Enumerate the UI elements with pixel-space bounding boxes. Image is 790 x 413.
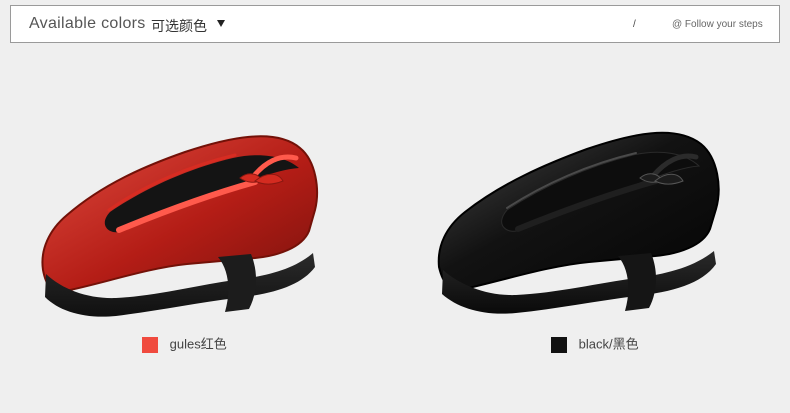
available-colors-title: Available colors [29, 15, 146, 32]
triangle-down-icon[interactable] [217, 20, 225, 27]
color-selector-label[interactable]: 可选颜色 [151, 16, 207, 36]
red-color-option[interactable]: gules红色 [142, 335, 227, 354]
black-color-option[interactable]: black/黑色 [551, 335, 639, 354]
red-shoe-image[interactable] [15, 80, 335, 330]
black-color-swatch [551, 336, 567, 353]
black-color-label: black/黑色 [578, 336, 639, 352]
red-color-swatch [142, 336, 158, 353]
follow-your-steps-link[interactable]: @ Follow your steps [672, 19, 763, 30]
red-color-label: gules红色 [169, 336, 227, 352]
black-shoe-image[interactable] [415, 80, 735, 330]
separator: / [633, 19, 636, 30]
header-bar: Available colors 可选颜色 / @ Follow your st… [10, 5, 780, 43]
